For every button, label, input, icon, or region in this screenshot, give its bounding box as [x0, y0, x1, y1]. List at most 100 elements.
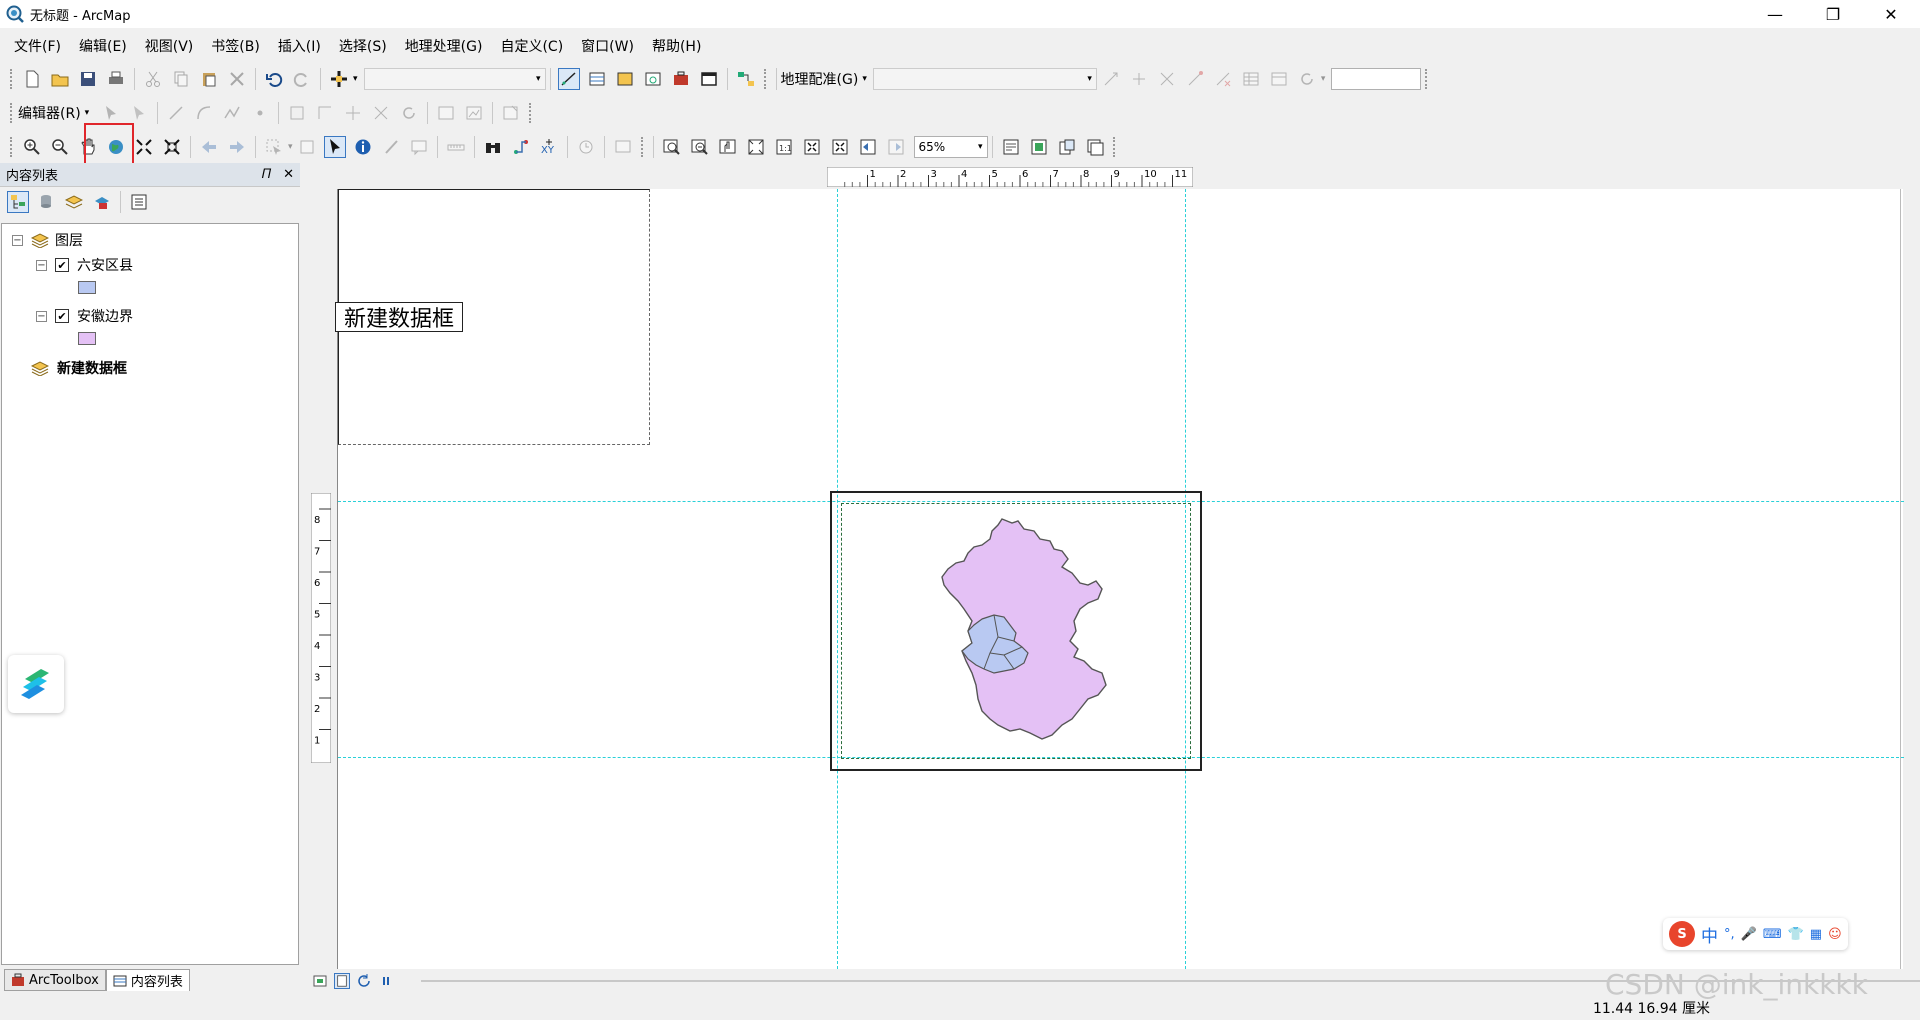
go-forward-extent-icon[interactable] [885, 136, 907, 158]
list-by-selection-icon[interactable] [91, 191, 113, 213]
toc-close-icon[interactable]: ✕ [283, 167, 294, 182]
print-icon[interactable] [105, 68, 127, 90]
menu-help[interactable]: 帮助(H) [646, 36, 713, 56]
fixed-zoom-out-icon[interactable] [161, 136, 183, 158]
rotate-tool-icon[interactable] [398, 102, 420, 124]
fill-symbol-swatch[interactable] [78, 281, 96, 294]
end-point-arc-icon[interactable] [193, 102, 215, 124]
view-link-table-icon[interactable] [1240, 68, 1262, 90]
zoom-whole-page-icon[interactable] [745, 136, 767, 158]
find-icon[interactable] [482, 136, 504, 158]
table-of-contents-icon[interactable] [586, 68, 608, 90]
layer-visibility-checkbox[interactable]: ✔ [55, 309, 69, 323]
list-by-drawing-order-icon[interactable] [7, 191, 29, 213]
create-viewer-window-icon[interactable] [612, 136, 634, 158]
georeferencing-menu[interactable]: 地理配准(G) [781, 69, 859, 89]
menu-edit[interactable]: 编辑(E) [73, 36, 139, 56]
measure-icon[interactable] [445, 136, 467, 158]
tab-arctoolbox[interactable]: ArcToolbox [4, 969, 106, 991]
go-to-xy-icon[interactable]: XY [538, 136, 560, 158]
delete-icon[interactable] [226, 68, 248, 90]
data-frame-text-element[interactable]: 新建数据框 [335, 302, 464, 332]
layout-zoom-out-icon[interactable] [689, 136, 711, 158]
back-icon[interactable] [198, 136, 220, 158]
straight-segment-icon[interactable] [165, 102, 187, 124]
layer-row-luan[interactable]: − ✔ 六安区县 [36, 255, 133, 275]
refresh-rotate-icon[interactable] [1296, 68, 1318, 90]
shift-icon[interactable] [1128, 68, 1150, 90]
focus-data-frame-icon[interactable] [1028, 136, 1050, 158]
layout-pan-icon[interactable] [717, 136, 739, 158]
layout-zoom-in-icon[interactable] [661, 136, 683, 158]
list-by-visibility-icon[interactable] [63, 191, 85, 213]
find-route-icon[interactable] [510, 136, 532, 158]
anhui-boundary-polygon[interactable] [941, 518, 1107, 740]
menu-windows[interactable]: 窗口(W) [575, 36, 646, 56]
pause-drawing-icon[interactable] [378, 973, 394, 989]
map-scale-combo[interactable]: ▾ [363, 68, 546, 90]
layout-view[interactable]: 1 2 3 4 5 6 7 8 9 10 11 8 7 6 5 4 3 2 1 新建数据框 [305, 163, 1920, 970]
sketch-properties-icon[interactable] [463, 102, 485, 124]
add-data-icon[interactable] [328, 68, 350, 90]
tab-table-of-contents[interactable]: 内容列表 [105, 969, 190, 991]
toc-options-icon[interactable] [128, 191, 150, 213]
attributes-icon[interactable] [435, 102, 457, 124]
new-document-icon[interactable] [21, 68, 43, 90]
forward-icon[interactable] [226, 136, 248, 158]
clear-selection-icon[interactable] [296, 136, 318, 158]
point-icon[interactable] [249, 102, 271, 124]
time-slider-icon[interactable] [575, 136, 597, 158]
data-driven-pages-icon[interactable] [1084, 136, 1106, 158]
layout-page[interactable]: 新建数据框 [335, 189, 1904, 969]
zoom-percent-combo[interactable]: 65% ▾ [913, 136, 988, 158]
refresh-view-icon[interactable] [356, 973, 372, 989]
layers-data-frame[interactable] [830, 491, 1202, 771]
menu-insert[interactable]: 插入(I) [272, 36, 333, 56]
menu-bookmarks[interactable]: 书签(B) [205, 36, 272, 56]
new-data-frame[interactable]: 新建数据框 [335, 189, 650, 445]
layout-view-icon[interactable] [334, 973, 350, 989]
zoom-out-icon[interactable] [49, 136, 71, 158]
select-elements-icon[interactable] [323, 136, 346, 158]
ime-language-label[interactable]: 中 [1701, 922, 1718, 947]
fill-symbol-swatch[interactable] [78, 332, 96, 345]
microphone-icon[interactable]: 🎤 [1741, 927, 1757, 942]
fixed-zoom-in-layout-icon[interactable] [801, 136, 823, 158]
rotation-angle-input[interactable] [1331, 68, 1422, 90]
arctoolbox-icon[interactable] [670, 68, 692, 90]
add-control-points-icon[interactable] [1184, 68, 1206, 90]
georef-table-icon[interactable] [1268, 68, 1290, 90]
copy-icon[interactable] [170, 68, 192, 90]
html-popup-icon[interactable] [408, 136, 430, 158]
paste-icon[interactable] [198, 68, 220, 90]
emoji-icon[interactable]: ☺ [1828, 927, 1842, 942]
search-window-icon[interactable] [642, 68, 664, 90]
sogou-logo-icon[interactable]: S [1669, 921, 1695, 947]
cut-polygons-icon[interactable] [342, 102, 364, 124]
select-features-icon[interactable] [263, 136, 285, 158]
collapse-toggle[interactable]: − [12, 234, 23, 246]
layer-row-anhui[interactable]: − ✔ 安徽边界 [36, 306, 133, 326]
cut-icon[interactable] [142, 68, 164, 90]
redo-icon[interactable] [291, 68, 313, 90]
ime-toolbar[interactable]: S 中 °, 🎤 ⌨ 👕 ▦ ☺ [1663, 918, 1848, 950]
skin-icon[interactable]: 👕 [1788, 927, 1804, 942]
pin-icon[interactable]: 𝛱 [262, 167, 271, 182]
go-back-extent-icon[interactable] [857, 136, 879, 158]
python-window-icon[interactable] [698, 68, 720, 90]
restore-button[interactable]: ❐ [1804, 0, 1862, 28]
layer-group-row[interactable]: − 图层 [12, 230, 83, 250]
menu-view[interactable]: 视图(V) [139, 36, 206, 56]
toggle-draft-mode-icon[interactable] [1000, 136, 1022, 158]
top-ruler[interactable]: 1 2 3 4 5 6 7 8 9 10 11 [827, 167, 1193, 187]
change-layout-icon[interactable] [1056, 136, 1078, 158]
menu-customize[interactable]: 自定义(C) [494, 36, 575, 56]
close-button[interactable]: ✕ [1862, 0, 1920, 28]
layer-symbol-anhui[interactable] [78, 332, 96, 345]
open-folder-icon[interactable] [49, 68, 71, 90]
editor-toolbar-icon[interactable] [557, 68, 580, 90]
toolbar-grip[interactable] [10, 69, 14, 89]
edit-tool-icon[interactable] [100, 102, 122, 124]
layer-visibility-checkbox[interactable]: ✔ [55, 258, 69, 272]
trace-icon[interactable] [221, 102, 243, 124]
